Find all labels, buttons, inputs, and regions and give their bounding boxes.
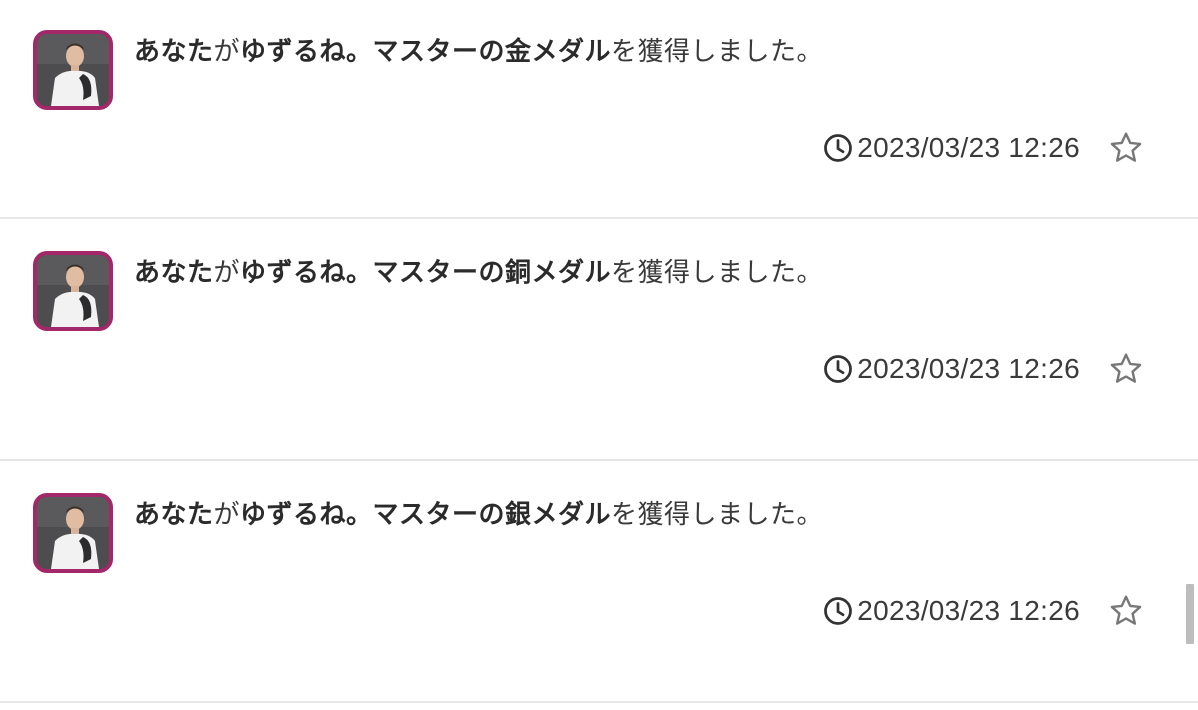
user-name: あなた	[134, 37, 214, 67]
notification-item[interactable]: あなたがゆずるね。マスターの金メダルを獲得しました。 2023/03/23 12…	[0, 0, 1198, 219]
star-outline-icon[interactable]	[1108, 351, 1144, 387]
medal-name: ゆずるね。マスターの銅メダル	[240, 258, 612, 288]
message-connector: が	[213, 37, 241, 67]
notification-message: あなたがゆずるね。マスターの銅メダルを獲得しました。	[134, 254, 823, 292]
notification-message: あなたがゆずるね。マスターの金メダルを獲得しました。	[134, 33, 823, 71]
notification-meta: 2023/03/23 12:26	[823, 128, 1144, 168]
avatar[interactable]	[33, 493, 113, 573]
avatar[interactable]	[33, 30, 113, 110]
avatar-photo	[37, 497, 109, 569]
user-name: あなた	[134, 500, 214, 530]
notification-feed: あなたがゆずるね。マスターの金メダルを獲得しました。 2023/03/23 12…	[0, 0, 1198, 710]
message-suffix: を獲得しました。	[611, 37, 824, 67]
message-suffix: を獲得しました。	[611, 500, 824, 530]
notification-item[interactable]: あなたがゆずるね。マスターの銀メダルを獲得しました。 2023/03/23 12…	[0, 461, 1198, 703]
avatar[interactable]	[33, 251, 113, 331]
medal-name: ゆずるね。マスターの金メダル	[240, 37, 612, 67]
timestamp: 2023/03/23 12:26	[857, 595, 1080, 626]
medal-name: ゆずるね。マスターの銀メダル	[240, 500, 612, 530]
clock-icon	[824, 355, 853, 383]
message-suffix: を獲得しました。	[611, 258, 824, 288]
notification-meta: 2023/03/23 12:26	[823, 349, 1144, 389]
notification-meta: 2023/03/23 12:26	[823, 591, 1144, 631]
timestamp: 2023/03/23 12:26	[857, 132, 1080, 163]
clock-icon	[824, 597, 853, 625]
avatar-photo	[37, 34, 109, 106]
message-connector: が	[213, 258, 241, 288]
notification-item[interactable]: あなたがゆずるね。マスターの銅メダルを獲得しました。 2023/03/23 12…	[0, 219, 1198, 461]
avatar-photo	[37, 255, 109, 327]
clock-icon	[824, 134, 853, 162]
scrollbar[interactable]	[1186, 584, 1194, 644]
star-outline-icon[interactable]	[1108, 593, 1144, 629]
notification-message: あなたがゆずるね。マスターの銀メダルを獲得しました。	[134, 496, 823, 534]
star-outline-icon[interactable]	[1108, 130, 1144, 166]
user-name: あなた	[134, 258, 214, 288]
timestamp: 2023/03/23 12:26	[857, 353, 1080, 384]
message-connector: が	[213, 500, 241, 530]
